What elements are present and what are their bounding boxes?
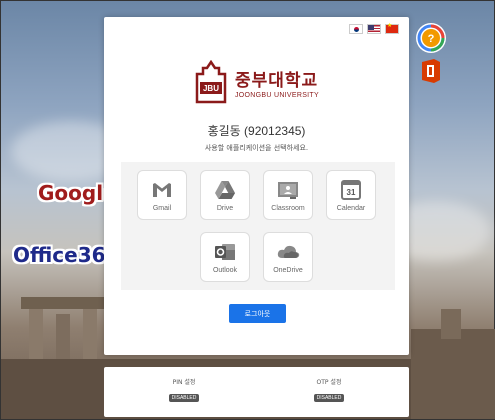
onedrive-app-button[interactable]: OneDrive [263,232,313,282]
china-flag-icon[interactable] [385,22,399,34]
otp-status-badge: DISABLED [313,394,345,402]
calendar-icon: 31 [341,180,361,200]
calendar-label: Calendar [336,205,366,212]
help-button[interactable]: ? [416,23,446,53]
language-selector [349,22,399,34]
onedrive-label: OneDrive [273,267,303,274]
university-name-korean: 중부대학교 [235,70,319,91]
drive-label: Drive [216,205,234,212]
outlook-icon [215,244,235,260]
outlook-label: Outlook [212,267,238,274]
security-settings-panel: PIN 설정 DISABLED OTP 설정 DISABLED [104,367,409,417]
pin-setting[interactable]: PIN 설정 DISABLED [144,377,224,404]
classroom-label: Classroom [271,205,305,212]
drive-app-button[interactable]: Drive [200,170,250,220]
logout-button[interactable]: 로그아웃 [229,304,286,323]
otp-setting[interactable]: OTP 설정 DISABLED [289,377,369,404]
university-logo: JBU 중부대학교 JOONGBU UNIVERSITY [193,57,333,107]
classroom-app-button[interactable]: Classroom [263,170,313,220]
onedrive-icon [277,245,300,258]
gmail-label: Gmail [152,205,172,212]
us-flag-icon[interactable] [367,24,381,34]
office-launcher-button[interactable] [416,56,446,86]
login-card: JBU 중부대학교 JOONGBU UNIVERSITY 홍길동 (920123… [104,17,409,355]
university-emblem-icon: JBU [195,60,227,104]
university-name-english: JOONGBU UNIVERSITY [235,91,319,99]
gmail-icon [153,183,171,197]
pin-status-badge: DISABLED [168,394,200,402]
office-icon [422,59,440,83]
otp-setting-label: OTP 설정 [316,379,342,386]
svg-text:?: ? [428,33,435,45]
calendar-app-button[interactable]: 31 Calendar [326,170,376,220]
svg-text:31: 31 [347,188,356,197]
drive-icon [215,181,235,199]
gmail-app-button[interactable]: Gmail [137,170,187,220]
user-display: 홍길동 (92012345) [207,124,306,138]
pin-setting-label: PIN 설정 [172,379,196,386]
outlook-app-button[interactable]: Outlook [200,232,250,282]
help-icon: ? [417,24,445,52]
korean-flag-icon[interactable] [349,24,363,34]
svg-text:JBU: JBU [203,84,219,93]
select-app-prompt: 사용할 애플리케이션을 선택하세요. [204,144,309,152]
app-grid: Gmail Drive Classroom 31 Calendar Outloo… [121,162,395,290]
classroom-icon [278,182,298,199]
